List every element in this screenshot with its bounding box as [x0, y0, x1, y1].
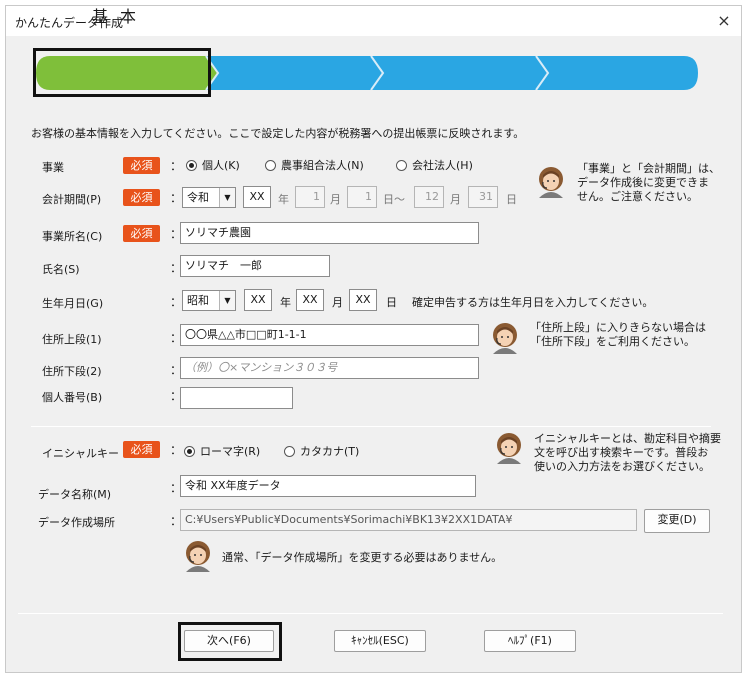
day-unit: 日 — [386, 296, 397, 309]
required-badge: 必須 — [123, 157, 160, 174]
close-icon[interactable]: × — [713, 10, 735, 32]
business-label: 事業 — [42, 161, 64, 174]
step-basic: 基本 — [91, 7, 148, 26]
office-name-input[interactable]: ソリマチ農園 — [180, 222, 479, 244]
radio-checked-icon — [184, 445, 195, 457]
data-name-input[interactable]: 令和 XX年度データ — [180, 475, 476, 497]
initial-key-label: イニシャルキー — [42, 447, 119, 460]
fiscal-start-month: 1 — [295, 186, 325, 208]
month-unit: 月 — [330, 193, 341, 206]
day-unit: 日 — [506, 193, 517, 206]
fiscal-start-day: 1 — [347, 186, 377, 208]
year-unit: 年 — [280, 296, 291, 309]
change-location-button[interactable]: 変更(D) — [644, 509, 710, 533]
section-divider — [31, 426, 711, 427]
note-line: せん。ご注意ください。 — [577, 190, 698, 203]
note-line: 文を呼び出す検索キーです。普段お — [534, 446, 709, 459]
data-location-input: C:¥Users¥Public¥Documents¥Sorimachi¥BK13… — [180, 509, 637, 531]
required-badge: 必須 — [123, 189, 160, 206]
address2-label: 住所下段(2) — [42, 365, 102, 378]
cancel-button[interactable]: ｷｬﾝｾﾙ(ESC) — [334, 630, 426, 652]
dropdown-arrow-icon: ▼ — [219, 188, 235, 207]
note-line: 「事業」と「会計期間」は、 — [577, 162, 720, 175]
footer-divider — [18, 613, 723, 614]
step-declaration: 申告 — [269, 7, 326, 26]
fiscal-note: 「事業」と「会計期間」は、 データ作成後に変更できま せん。ご注意ください。 — [577, 162, 720, 204]
radio-icon — [284, 445, 295, 457]
initial-key-option-katakana[interactable]: カタカナ(T) — [284, 443, 359, 459]
fiscal-era-select[interactable]: 令和 ▼ — [182, 187, 236, 208]
location-note: 通常、「データ作成場所」を変更する必要はありません。 — [222, 551, 503, 564]
required-badge: 必須 — [123, 441, 160, 458]
birth-year-input[interactable]: XX — [244, 289, 272, 311]
required-badge: 必須 — [123, 225, 160, 242]
colon: ： — [170, 159, 183, 173]
note-line: データ作成後に変更できま — [577, 176, 709, 189]
option-label: 個人(K) — [202, 159, 240, 172]
radio-icon — [396, 159, 407, 171]
operator-avatar-icon — [497, 433, 521, 464]
year-unit: 年 — [278, 193, 289, 206]
help-button[interactable]: ﾍﾙﾌﾟ(F1) — [484, 630, 576, 652]
option-label: 農事組合法人(N) — [281, 159, 364, 172]
note-line: イニシャルキーとは、勘定科目や摘要 — [534, 432, 721, 445]
colon: ： — [170, 443, 183, 457]
radio-checked-icon — [186, 159, 197, 171]
business-option-individual[interactable]: 個人(K) — [186, 157, 240, 173]
data-name-label: データ名称(M) — [38, 488, 112, 501]
address1-label: 住所上段(1) — [42, 333, 102, 346]
birth-day-input[interactable]: XX — [349, 289, 377, 311]
name-label: 氏名(S) — [42, 263, 80, 276]
day-range-unit: 日〜 — [383, 193, 405, 206]
operator-avatar-icon — [493, 323, 517, 354]
intro-text: お客様の基本情報を入力してください。ここで設定した内容が税務署への提出帳票に反映… — [31, 127, 525, 140]
birthdate-note: 確定申告する方は生年月日を入力してください。 — [412, 296, 654, 309]
address-note: 「住所上段」に入りきらない場合は 「住所下段」をご利用ください。 — [530, 321, 706, 349]
birth-era-value: 昭和 — [187, 294, 209, 307]
fiscal-period-label: 会計期間(P) — [42, 193, 102, 206]
option-label: 会社法人(H) — [412, 159, 473, 172]
fiscal-end-month: 12 — [414, 186, 444, 208]
birthdate-label: 生年月日(G) — [42, 297, 104, 310]
radio-icon — [265, 159, 276, 171]
option-label: ローマ字(R) — [200, 445, 261, 458]
step-farming: 営農 — [434, 7, 491, 26]
data-location-label: データ作成場所 — [38, 516, 115, 529]
fiscal-era-value: 令和 — [187, 191, 209, 204]
my-number-input[interactable] — [180, 387, 293, 409]
step-3-shape — [534, 56, 698, 90]
option-label: カタカナ(T) — [300, 445, 360, 458]
dropdown-arrow-icon: ▼ — [219, 291, 235, 310]
step-1-shape — [204, 56, 383, 90]
fiscal-year-input[interactable]: XX — [243, 186, 271, 208]
business-option-company[interactable]: 会社法人(H) — [396, 157, 473, 173]
operator-avatar-icon — [186, 541, 210, 572]
step-2-shape — [369, 56, 548, 90]
colon: ： — [170, 295, 183, 309]
birth-era-select[interactable]: 昭和 ▼ — [182, 290, 236, 311]
office-name-label: 事業所名(C) — [42, 230, 103, 243]
address1-input[interactable]: 〇〇県△△市□□町1-1-1 — [180, 324, 479, 346]
name-input[interactable]: ソリマチ 一郎 — [180, 255, 330, 277]
note-line: 「住所上段」に入りきらない場合は — [530, 321, 706, 334]
month-unit: 月 — [450, 193, 461, 206]
business-option-agri-corp[interactable]: 農事組合法人(N) — [265, 157, 364, 173]
next-button-highlight — [178, 622, 282, 661]
colon: ： — [170, 191, 183, 205]
fiscal-end-day: 31 — [468, 186, 498, 208]
initial-key-option-romaji[interactable]: ローマ字(R) — [184, 443, 260, 459]
my-number-label: 個人番号(B) — [42, 391, 103, 404]
active-step-highlight — [33, 48, 211, 97]
note-line: 「住所下段」をご利用ください。 — [530, 335, 695, 348]
address2-input[interactable]: （例）〇×マンション３０３号 — [180, 357, 479, 379]
initial-key-note: イニシャルキーとは、勘定科目や摘要 文を呼び出す検索キーです。普段お 使いの入力… — [534, 432, 721, 474]
month-unit: 月 — [332, 296, 343, 309]
operator-avatar-icon — [539, 167, 563, 198]
note-line: 使いの入力方法をお選びください。 — [534, 460, 710, 473]
step-complete: 完了 — [591, 7, 648, 26]
birth-month-input[interactable]: XX — [296, 289, 324, 311]
